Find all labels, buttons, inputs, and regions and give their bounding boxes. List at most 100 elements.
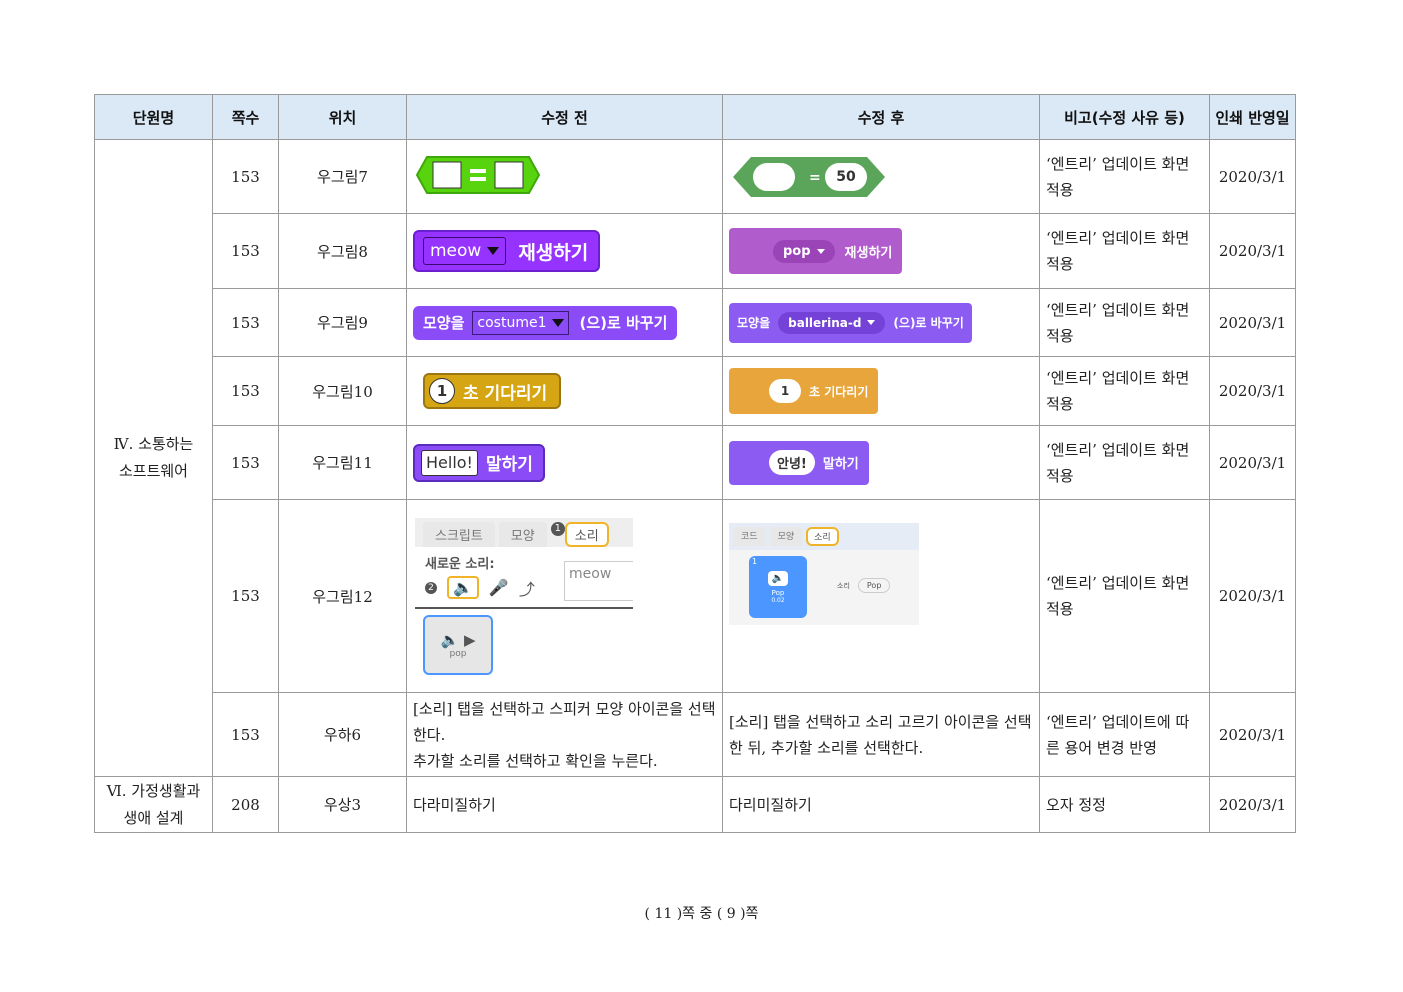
sound-thumbnail: 🔈 ▶ pop: [423, 614, 493, 675]
tab-sound: 소리: [806, 527, 839, 546]
after-cell: [소리] 탭을 선택하고 소리 고르기 아이콘을 선택한 뒤, 추가할 소리를 …: [722, 692, 1040, 777]
new-sound-label: 새로운 소리:: [425, 556, 495, 572]
location-cell: 우하6: [278, 692, 407, 777]
page-cell: 153: [212, 139, 279, 214]
table-row: Ⅵ. 가정생활과 생애 설계 208 우상3 다라미질하기 다리미질하기 오자 …: [94, 776, 1296, 833]
tab-bar: 스크립트 모양 1 소리: [415, 517, 633, 547]
speaker-icon: 🔈: [767, 570, 789, 586]
play-sound-block-before: meow 재생하기: [413, 230, 601, 272]
page-cell: 153: [212, 213, 279, 289]
step-badge: 2: [425, 581, 437, 594]
location-cell: 우그림9: [278, 288, 407, 357]
after-cell: 코드 모양 소리 1 🔈 Pop 0.02 소리 Pop: [722, 499, 1040, 693]
date-cell: 2020/3/1: [1209, 499, 1296, 693]
sound-name-field: Pop: [857, 578, 891, 593]
location-cell: 우그림10: [278, 356, 407, 426]
header-note: 비고(수정 사유 등): [1039, 94, 1210, 140]
header-date: 인쇄 반영일: [1209, 94, 1296, 140]
before-cell: [소리] 탭을 선택하고 스피커 모양 아이콘을 선택한다. 추가할 소리를 선…: [406, 692, 723, 777]
switch-costume-block-after: 모양을 ballerina-d (으)로 바꾸기: [729, 302, 972, 343]
upload-icon: ⤴: [518, 579, 535, 599]
say-block-before: Hello! 말하기: [413, 443, 545, 482]
note-cell: 오자 정정: [1039, 776, 1210, 833]
table-row: 153 우그림10 1 초 기다리기 1 초 기다리기 ‘엔트리’ 업데이트 화…: [95, 356, 1296, 426]
switch-costume-block-before: 모양을 costume1 (으)로 바꾸기: [413, 305, 678, 340]
header-unit: 단원명: [94, 94, 213, 140]
dropdown-icon: [487, 247, 500, 255]
note-cell: ‘엔트리’ 업데이트에 따른 용어 변경 반영: [1039, 692, 1210, 777]
before-cell: 모양을 costume1 (으)로 바꾸기: [406, 288, 723, 357]
header-before: 수정 전: [406, 94, 723, 140]
date-cell: 2020/3/1: [1209, 776, 1296, 833]
table-row: 153 우그림8 meow 재생하기 pop 재생하기 ‘엔트리’ 업데이트 화…: [95, 213, 1296, 289]
dropdown-icon: [867, 320, 876, 325]
tab-bar: 코드 모양 소리: [729, 523, 919, 550]
microphone-icon: 🎤: [488, 578, 509, 597]
tab-costume: 모양: [498, 521, 547, 547]
tab-sound: 소리: [564, 521, 609, 547]
date-cell: 2020/3/1: [1209, 213, 1296, 289]
after-cell: pop 재생하기: [722, 213, 1040, 289]
page-footer: ( 11 )쪽 중 ( 9 )쪽: [644, 906, 759, 922]
date-cell: 2020/3/1: [1209, 356, 1296, 426]
header-row: 단원명 쪽수 위치 수정 전 수정 후 비고(수정 사유 등) 인쇄 반영일: [94, 94, 1296, 140]
table-row: 153 우그림11 Hello! 말하기 안녕! 말하기 ‘엔트리’ 업데이트 …: [95, 425, 1296, 500]
sound-thumbnail: 1 🔈 Pop 0.02: [749, 556, 807, 618]
wait-block-before: 1 초 기다리기: [423, 373, 562, 409]
table-row: 153 우하6 [소리] 탭을 선택하고 스피커 모양 아이콘을 선택한다. 추…: [95, 692, 1296, 777]
table-row: 153 우그림12 스크립트 모양 1 소리 새로운 소리: 2 🔈 🎤 ⤴ m…: [95, 499, 1296, 693]
header-page: 쪽수: [212, 94, 279, 140]
note-cell: ‘엔트리’ 업데이트 화면 적용: [1039, 499, 1210, 693]
location-cell: 우그림7: [278, 139, 407, 214]
before-cell: 스크립트 모양 1 소리 새로운 소리: 2 🔈 🎤 ⤴ meow 🔈 ▶ po…: [406, 499, 723, 693]
page-cell: 153: [212, 288, 279, 357]
table-row: 153 우그림9 모양을 costume1 (으)로 바꾸기 모양을 balle…: [95, 288, 1296, 357]
unit-cell: Ⅳ. 소통하는 소프트웨어: [94, 139, 213, 777]
location-cell: 우상3: [278, 776, 407, 833]
location-cell: 우그림12: [278, 499, 407, 693]
location-cell: 우그림8: [278, 213, 407, 289]
note-cell: ‘엔트리’ 업데이트 화면 적용: [1039, 425, 1210, 500]
date-cell: 2020/3/1: [1209, 425, 1296, 500]
date-cell: 2020/3/1: [1209, 692, 1296, 777]
page-cell: 153: [212, 692, 279, 777]
wait-block-after: 1 초 기다리기: [729, 368, 879, 414]
sound-name-field: meow: [564, 560, 633, 601]
value-pill: 50: [825, 162, 867, 191]
before-cell: 1 초 기다리기: [406, 356, 723, 426]
after-cell: = 50: [722, 139, 1040, 214]
before-cell: Hello! 말하기: [406, 425, 723, 500]
svg-text:=: =: [809, 170, 821, 186]
after-cell: 다리미질하기: [722, 776, 1040, 833]
play-sound-block-after: pop 재생하기: [729, 228, 903, 274]
equals-block-after: = 50: [729, 153, 889, 201]
sound-tab-screenshot-after: 코드 모양 소리 1 🔈 Pop 0.02 소리 Pop: [729, 523, 919, 625]
header-location: 위치: [278, 94, 407, 140]
speaker-icon: 🔈: [447, 576, 479, 599]
date-cell: 2020/3/1: [1209, 288, 1296, 357]
tab-script: 스크립트: [423, 521, 495, 547]
location-cell: 우그림11: [278, 425, 407, 500]
after-cell: 안녕! 말하기: [722, 425, 1040, 500]
page-cell: 208: [212, 776, 279, 833]
tab-code: 코드: [733, 527, 766, 546]
table-row: Ⅳ. 소통하는 소프트웨어 153 우그림7 = 50 ‘엔트리’ 업데이트 화…: [94, 139, 1296, 777]
before-cell: [406, 139, 723, 214]
page-cell: 153: [212, 425, 279, 500]
tab-costume: 모양: [769, 527, 803, 546]
dropdown-icon: [552, 318, 565, 327]
note-cell: ‘엔트리’ 업데이트 화면 적용: [1039, 288, 1210, 357]
errata-table: 단원명 쪽수 위치 수정 전 수정 후 비고(수정 사유 등) 인쇄 반영일 Ⅳ…: [94, 94, 1296, 833]
sound-tab-screenshot-before: 스크립트 모양 1 소리 새로운 소리: 2 🔈 🎤 ⤴ meow: [415, 517, 633, 609]
note-cell: ‘엔트리’ 업데이트 화면 적용: [1039, 213, 1210, 289]
unit-cell: Ⅵ. 가정생활과 생애 설계: [94, 776, 213, 833]
before-cell: 다라미질하기: [406, 776, 723, 833]
header-after: 수정 후: [722, 94, 1040, 140]
sound-label: 소리: [837, 581, 850, 590]
note-cell: ‘엔트리’ 업데이트 화면 적용: [1039, 139, 1210, 214]
note-cell: ‘엔트리’ 업데이트 화면 적용: [1039, 356, 1210, 426]
page-cell: 153: [212, 356, 279, 426]
say-block-after: 안녕! 말하기: [729, 440, 869, 485]
equals-block-before: [415, 155, 541, 194]
after-cell: 모양을 ballerina-d (으)로 바꾸기: [722, 288, 1040, 357]
